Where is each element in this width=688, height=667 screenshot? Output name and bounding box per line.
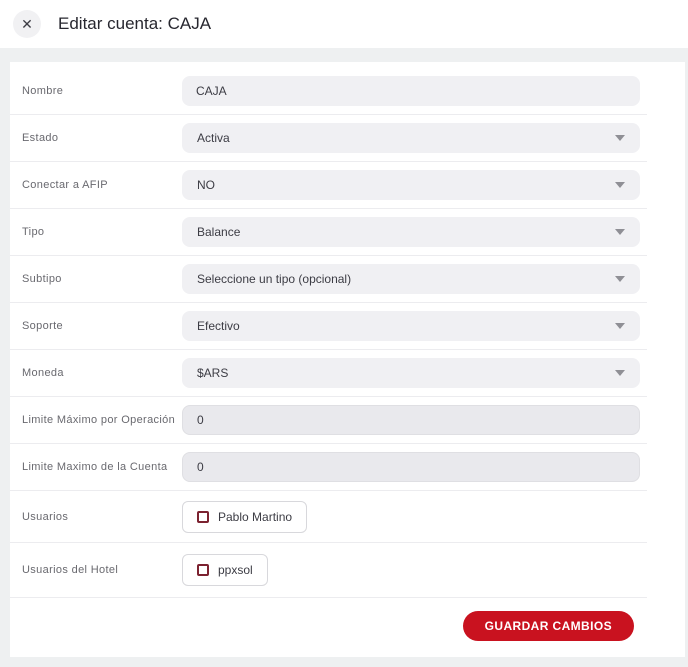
chevron-down-icon	[615, 182, 625, 188]
select-value: NO	[197, 178, 215, 192]
chevron-down-icon	[615, 370, 625, 376]
modal-header: ✕ Editar cuenta: CAJA	[0, 0, 688, 48]
tipo-select[interactable]: Balance	[182, 217, 640, 247]
form-row-nombre: Nombre	[10, 68, 647, 115]
form-row-usuarios: Usuarios Pablo Martino	[10, 491, 647, 543]
field-label: Estado	[22, 132, 59, 144]
checkbox-icon[interactable]	[197, 564, 209, 576]
page-title: Editar cuenta: CAJA	[58, 14, 212, 33]
chevron-down-icon	[615, 323, 625, 329]
close-button[interactable]: ✕	[13, 10, 41, 38]
limite-cuenta-input[interactable]	[182, 452, 640, 482]
guardar-cambios-button[interactable]: GUARDAR CAMBIOS	[462, 610, 634, 641]
nombre-input[interactable]	[182, 76, 640, 106]
select-value: Efectivo	[197, 319, 240, 333]
checkbox-label: Pablo Martino	[218, 509, 293, 524]
chevron-down-icon	[615, 135, 625, 141]
field-label: Usuarios	[22, 510, 69, 523]
select-value: $ARS	[197, 366, 229, 380]
form-actions: GUARDAR CAMBIOS	[10, 598, 647, 657]
select-value: Balance	[197, 225, 241, 239]
subtipo-select[interactable]: Seleccione un tipo (opcional)	[182, 264, 640, 294]
field-label: Limite Maximo de la Cuenta	[22, 461, 168, 473]
usuarios-checkbox-chip[interactable]: Pablo Martino	[182, 500, 308, 533]
limite-operacion-input[interactable]	[182, 405, 640, 435]
field-label: Moneda	[22, 367, 64, 379]
form-row-usuarios-hotel: Usuarios del Hotel ppxsol	[10, 543, 647, 598]
form-row-tipo: Tipo Balance	[10, 209, 647, 256]
form-row-subtipo: Subtipo Seleccione un tipo (opcional)	[10, 256, 647, 303]
estado-select[interactable]: Activa	[182, 123, 640, 153]
field-label: Conectar a AFIP	[22, 179, 108, 191]
form-row-moneda: Moneda $ARS	[10, 350, 647, 397]
select-value: Seleccione un tipo (opcional)	[197, 272, 352, 286]
field-label: Soporte	[22, 320, 63, 332]
chevron-down-icon	[615, 276, 625, 282]
select-value: Activa	[197, 131, 230, 145]
field-label: Tipo	[22, 226, 45, 238]
form-row-limite-operacion: Limite Máximo por Operación	[10, 397, 647, 444]
field-label: Limite Máximo por Operación	[22, 414, 176, 426]
checkbox-icon[interactable]	[197, 510, 209, 523]
form-row-limite-cuenta: Limite Maximo de la Cuenta	[10, 444, 647, 491]
conectar-afip-select[interactable]: NO	[182, 170, 640, 200]
field-label: Usuarios del Hotel	[22, 564, 119, 576]
soporte-select[interactable]: Efectivo	[182, 311, 640, 341]
usuarios-hotel-checkbox-chip[interactable]: ppxsol	[182, 554, 268, 586]
field-label: Nombre	[22, 85, 64, 97]
checkbox-label: ppxsol	[218, 563, 253, 577]
moneda-select[interactable]: $ARS	[182, 358, 640, 388]
field-label: Subtipo	[22, 273, 62, 285]
form-row-conectar-afip: Conectar a AFIP NO	[10, 162, 647, 209]
close-icon: ✕	[21, 15, 33, 32]
chevron-down-icon	[615, 229, 625, 235]
edit-account-form: Nombre Estado Activa Conectar a AFIP NO …	[10, 62, 685, 657]
form-row-estado: Estado Activa	[10, 115, 647, 162]
form-row-soporte: Soporte Efectivo	[10, 303, 647, 350]
